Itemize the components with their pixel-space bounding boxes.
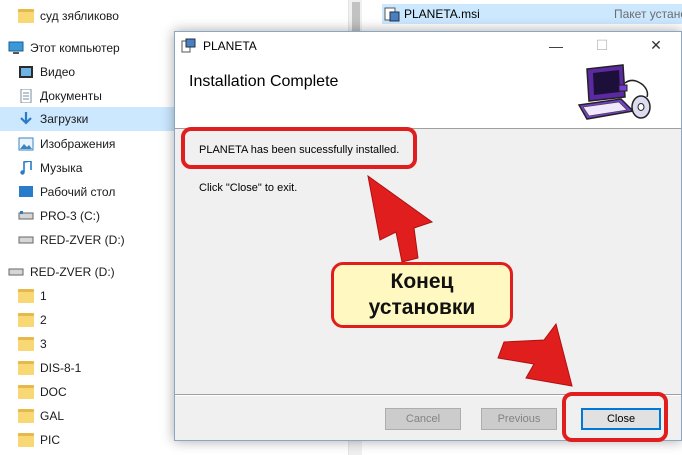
folder-icon	[18, 289, 34, 303]
nav-item-label: суд зябликово	[40, 9, 119, 23]
nav-item-sud-zyablikovo[interactable]: суд зябликово	[0, 4, 340, 28]
dialog-title: PLANETA	[203, 39, 257, 53]
drive-icon	[8, 265, 24, 279]
nav-item-label: DIS-8-1	[40, 361, 82, 375]
nav-item-label: RED-ZVER (D:)	[40, 233, 125, 247]
file-type: Пакет устано	[614, 7, 682, 21]
maximize-button[interactable]: ☐	[579, 32, 625, 59]
drive-icon	[18, 209, 34, 223]
nav-item-label: Загрузки	[40, 112, 89, 126]
download-icon	[18, 112, 34, 126]
installer-dialog: PLANETA — ☐ ✕ Installation Complete PLAN…	[174, 31, 682, 441]
video-icon	[18, 65, 34, 79]
file-row-planeta-msi[interactable]: PLANETA.msi Пакет устано	[382, 4, 682, 24]
nav-item-label: 2	[40, 313, 47, 327]
minimize-button[interactable]: —	[533, 32, 579, 59]
nav-item-label: PRO-3 (C:)	[40, 209, 100, 223]
computer-icon	[8, 41, 24, 55]
dialog-titlebar[interactable]: PLANETA — ☐ ✕	[175, 32, 681, 59]
close-button-highlight-box	[562, 392, 668, 442]
folder-icon	[18, 385, 34, 399]
nav-item-label: GAL	[40, 409, 65, 423]
close-window-button[interactable]: ✕	[633, 32, 679, 59]
folder-icon	[18, 313, 34, 327]
dialog-banner: Installation Complete	[175, 59, 681, 129]
file-name: PLANETA.msi	[404, 7, 480, 21]
desktop-icon	[18, 185, 34, 199]
folder-icon	[18, 433, 34, 447]
nav-item-label: Этот компьютер	[30, 41, 120, 55]
nav-item-label: 1	[40, 289, 47, 303]
annotation-callout: Конец установки	[331, 262, 513, 328]
callout-line-1: Конец	[390, 270, 454, 293]
callout-line-2: установки	[368, 296, 476, 319]
nav-item-label: Видео	[40, 65, 76, 79]
nav-item-label: RED-ZVER (D:)	[30, 265, 115, 279]
nav-item-label: DOC	[40, 385, 67, 399]
nav-item-label: Документы	[40, 89, 102, 103]
nav-item-label: Изображения	[40, 137, 116, 151]
installer-icon	[181, 38, 197, 54]
msi-package-icon	[384, 6, 400, 22]
folder-icon	[18, 409, 34, 423]
folder-icon	[18, 9, 34, 23]
cancel-button[interactable]: Cancel	[385, 408, 461, 430]
documents-icon	[18, 88, 34, 104]
nav-item-label: PIC	[40, 433, 61, 447]
drive-icon	[18, 233, 34, 247]
folder-icon	[18, 361, 34, 375]
dialog-content: PLANETA has been sucessfully installed. …	[175, 130, 681, 392]
nav-item-label: Музыка	[40, 161, 83, 175]
folder-icon	[18, 337, 34, 351]
message-highlight-box	[181, 127, 417, 169]
computer-install-illustration-icon	[573, 63, 659, 125]
nav-item-label: Рабочий стол	[40, 185, 116, 199]
music-icon	[18, 160, 34, 175]
previous-button[interactable]: Previous	[481, 408, 557, 430]
page-title: Installation Complete	[189, 73, 339, 90]
nav-item-label: 3	[40, 337, 47, 351]
exit-instruction: Click "Close" to exit.	[199, 182, 298, 194]
pictures-icon	[18, 137, 34, 151]
